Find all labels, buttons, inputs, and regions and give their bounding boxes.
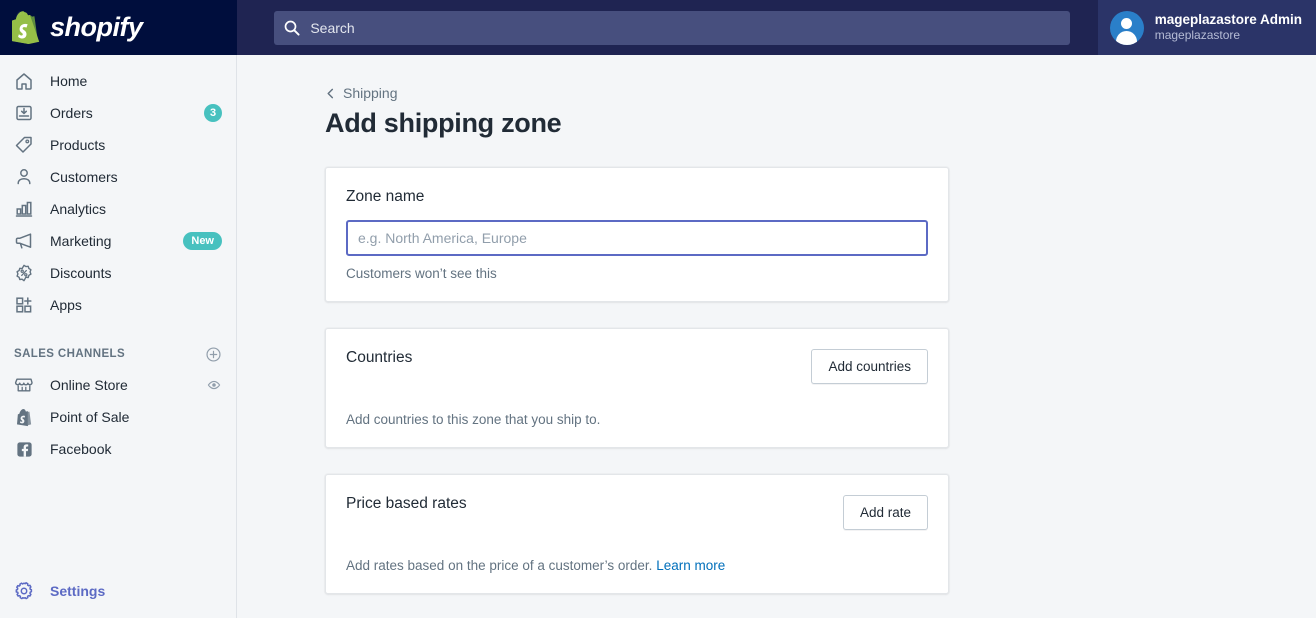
sidebar-item-products[interactable]: Products [0, 129, 236, 161]
search-placeholder-text: Search [310, 19, 355, 36]
user-menu[interactable]: mageplazastore Admin mageplazastore [1097, 0, 1316, 55]
shopify-wordmark: shopify [50, 12, 143, 42]
zone-name-card: Zone name Customers won’t see this [325, 167, 949, 302]
sidebar-item-label: Products [50, 137, 106, 153]
zone-name-help-text: Customers won’t see this [346, 266, 497, 281]
eye-icon[interactable] [206, 377, 222, 393]
orders-icon [14, 103, 34, 123]
point-of-sale-bag-icon [14, 407, 34, 427]
home-icon [14, 71, 34, 91]
sidebar-item-label: Home [50, 73, 88, 89]
price-based-rates-card: Price based rates Add rate Add rates bas… [325, 474, 949, 594]
search-container: Search [237, 10, 1086, 45]
search-icon [284, 20, 300, 36]
breadcrumb[interactable]: Shipping [325, 85, 398, 101]
sidebar-item-label: Apps [50, 297, 82, 313]
sidebar-item-point-of-sale[interactable]: Point of Sale [0, 401, 236, 433]
sidebar-item-customers[interactable]: Customers [0, 161, 236, 193]
user-store-name: mageplazastore [1154, 28, 1241, 43]
sidebar-item-label: Customers [50, 169, 118, 185]
sidebar-item-label: Facebook [50, 441, 112, 457]
sidebar-item-marketing[interactable]: Marketing New [0, 225, 236, 257]
sales-channels-header: SALES CHANNELS [0, 339, 236, 369]
apps-grid-plus-icon [14, 295, 34, 315]
sidebar: Home Orders 3 Products Customers Analyti… [0, 55, 237, 618]
analytics-bar-chart-icon [14, 199, 34, 219]
marketing-megaphone-icon [14, 231, 34, 251]
main-content: Shipping Add shipping zone Zone name Cus… [238, 55, 1316, 618]
plus-circle-icon[interactable] [205, 346, 222, 363]
sidebar-item-label: Point of Sale [50, 409, 130, 425]
rates-description-text: Add rates based on the price of a custom… [346, 558, 653, 573]
countries-card: Countries Add countries Add countries to… [325, 328, 949, 448]
sidebar-item-label: Orders [50, 105, 93, 121]
user-info: mageplazastore Admin mageplazastore [1155, 12, 1302, 44]
gear-icon [14, 581, 34, 601]
online-store-icon [14, 375, 34, 395]
price-based-rates-description: Add rates based on the price of a custom… [346, 558, 928, 573]
sidebar-item-facebook[interactable]: Facebook [0, 433, 236, 465]
search-input[interactable]: Search [274, 10, 1071, 45]
sidebar-item-settings[interactable]: Settings [0, 575, 119, 607]
sidebar-item-orders[interactable]: Orders 3 [0, 97, 236, 129]
main-navigation: Home Orders 3 Products Customers Analyti… [0, 55, 236, 465]
countries-description: Add countries to this zone that you ship… [346, 412, 601, 427]
top-bar: shopify Search mageplazastore Admin mage… [0, 0, 1316, 55]
shopify-admin-window: shopify Search mageplazastore Admin mage… [0, 0, 1316, 618]
zone-name-label: Zone name [346, 188, 425, 205]
chevron-left-icon [325, 88, 336, 99]
sidebar-item-label: Discounts [50, 265, 112, 281]
sidebar-item-label: Analytics [50, 201, 107, 217]
orders-count-badge: 3 [204, 104, 222, 122]
discounts-percent-icon [14, 263, 34, 283]
sidebar-item-home[interactable]: Home [0, 65, 236, 97]
facebook-icon [14, 439, 34, 459]
sidebar-item-discounts[interactable]: Discounts [0, 257, 236, 289]
breadcrumb-label: Shipping [343, 85, 398, 101]
price-based-rates-title: Price based rates [346, 495, 467, 512]
user-name: mageplazastore Admin [1154, 11, 1302, 27]
page-title: Add shipping zone [325, 108, 562, 138]
sidebar-item-label: Marketing [50, 233, 112, 249]
customers-icon [14, 167, 34, 187]
marketing-new-badge: New [183, 232, 222, 250]
settings-label: Settings [50, 583, 106, 599]
add-rate-button[interactable]: Add rate [842, 495, 928, 530]
sidebar-item-apps[interactable]: Apps [0, 289, 236, 321]
shopify-bag-icon [12, 11, 40, 44]
zone-name-input[interactable] [346, 220, 928, 256]
countries-title: Countries [346, 349, 413, 366]
products-tag-icon [14, 135, 34, 155]
sidebar-item-analytics[interactable]: Analytics [0, 193, 236, 225]
add-countries-button[interactable]: Add countries [811, 349, 928, 384]
shopify-logo[interactable]: shopify [0, 0, 237, 55]
sidebar-item-online-store[interactable]: Online Store [0, 369, 236, 401]
avatar [1109, 10, 1144, 45]
sidebar-item-label: Online Store [50, 377, 128, 393]
sales-channels-title: SALES CHANNELS [14, 348, 126, 360]
learn-more-link[interactable]: Learn more [656, 558, 725, 573]
